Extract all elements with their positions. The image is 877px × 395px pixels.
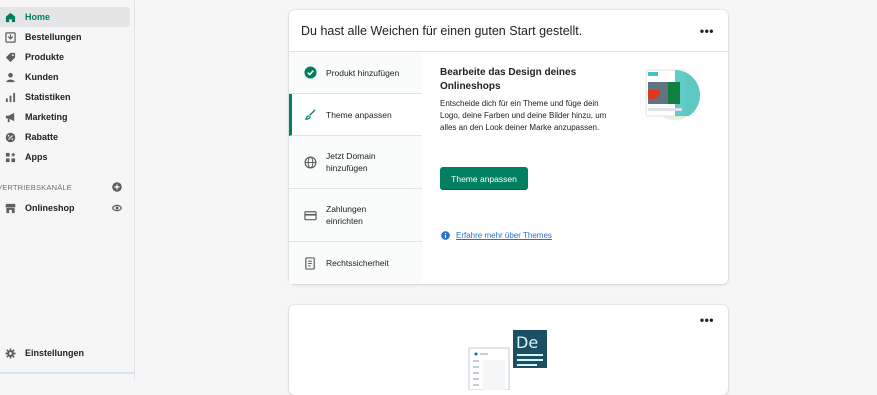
sidebar-item-label: Einstellungen	[25, 348, 85, 358]
tab-label: Jetzt Domain hinzufügen	[326, 151, 376, 173]
learn-more-link[interactable]: Erfahre mehr über Themes	[456, 231, 552, 240]
tab-legal[interactable]: Rechtssicherheit	[289, 242, 422, 284]
globe-icon	[303, 155, 317, 169]
megaphone-icon	[4, 111, 16, 123]
tab-setup-payments[interactable]: Zahlungen einrichten	[289, 189, 422, 242]
tab-label: Zahlungen einrichten	[326, 204, 367, 226]
step-content: Bearbeite das Design deines Onlineshops …	[440, 66, 620, 134]
more-actions-button[interactable]: •••	[700, 24, 714, 38]
sidebar-item-label: Bestellungen	[25, 32, 82, 42]
tab-label: Produkt hinzufügen	[326, 67, 400, 78]
sidebar-footer-divider	[0, 372, 135, 374]
sidebar-item-apps[interactable]: Apps	[0, 147, 130, 167]
person-icon	[4, 71, 16, 83]
customize-theme-button[interactable]: Theme anpassen	[440, 167, 528, 190]
check-circle-icon	[303, 66, 317, 80]
step-title: Bearbeite das Design deines Onlineshops	[440, 67, 577, 92]
brush-icon	[303, 108, 317, 122]
tab-customize-theme[interactable]: Theme anpassen	[289, 94, 422, 136]
sidebar-item-marketing[interactable]: Marketing	[0, 107, 130, 127]
sidebar-item-customers[interactable]: Kunden	[0, 67, 130, 87]
tab-label: Rechtssicherheit	[326, 258, 389, 268]
store-icon	[4, 202, 16, 214]
setup-guide-card: Du hast alle Weichen für einen guten Sta…	[289, 10, 728, 284]
sidebar-item-home[interactable]: Home	[0, 7, 130, 27]
sidebar-item-label: Home	[25, 12, 51, 22]
more-actions-button[interactable]: •••	[700, 313, 714, 327]
home-icon	[4, 11, 16, 23]
sidebar-item-products[interactable]: Produkte	[0, 47, 130, 67]
sidebar-item-label: Marketing	[25, 112, 68, 122]
learn-more: Erfahre mehr über Themes	[441, 231, 552, 240]
add-channel-icon[interactable]	[112, 182, 122, 192]
credit-card-icon	[303, 208, 317, 222]
sidebar-item-settings[interactable]: Einstellungen	[0, 343, 130, 363]
sidebar-item-label: Produkte	[25, 52, 65, 62]
sales-channels-heading: VERTRIEBSKANÄLE	[0, 183, 72, 192]
sidebar-item-online-store[interactable]: Onlineshop	[0, 198, 130, 218]
sidebar-item-label: Statistiken	[25, 92, 71, 102]
step-description: Entscheide dich für ein Theme und füge d…	[440, 99, 607, 132]
info-card: ••• De	[289, 305, 728, 395]
card-header: Du hast alle Weichen für einen guten Sta…	[289, 10, 728, 52]
setup-steps: Produkt hinzufügen Theme anpassen Jetzt …	[289, 52, 422, 284]
gear-icon	[4, 347, 16, 359]
sidebar-item-orders[interactable]: Bestellungen	[0, 27, 130, 47]
tab-add-domain[interactable]: Jetzt Domain hinzufügen	[289, 136, 422, 189]
discount-icon	[4, 131, 16, 143]
info-icon	[441, 231, 450, 240]
bar-chart-icon	[4, 91, 16, 103]
eye-icon[interactable]	[112, 203, 122, 213]
sidebar-item-label: Kunden	[25, 72, 59, 82]
card-title: Du hast alle Weichen für einen guten Sta…	[301, 24, 583, 38]
sidebar-item-discounts[interactable]: Rabatte	[0, 127, 130, 147]
tag-icon	[4, 51, 16, 63]
tab-add-product[interactable]: Produkt hinzufügen	[289, 52, 422, 94]
sidebar-nav: Home Bestellungen Produkte Kunden Statis…	[0, 0, 135, 380]
orders-icon	[4, 31, 16, 43]
document-icon	[303, 256, 317, 270]
sidebar-item-label: Onlineshop	[25, 203, 75, 213]
tab-label: Theme anpassen	[326, 109, 392, 120]
sidebar-item-label: Rabatte	[25, 132, 59, 142]
sidebar-item-label: Apps	[25, 152, 48, 162]
apps-icon	[4, 151, 16, 163]
theme-illustration	[645, 69, 701, 120]
sidebar-item-analytics[interactable]: Statistiken	[0, 87, 130, 107]
de-badge: De	[516, 333, 538, 352]
